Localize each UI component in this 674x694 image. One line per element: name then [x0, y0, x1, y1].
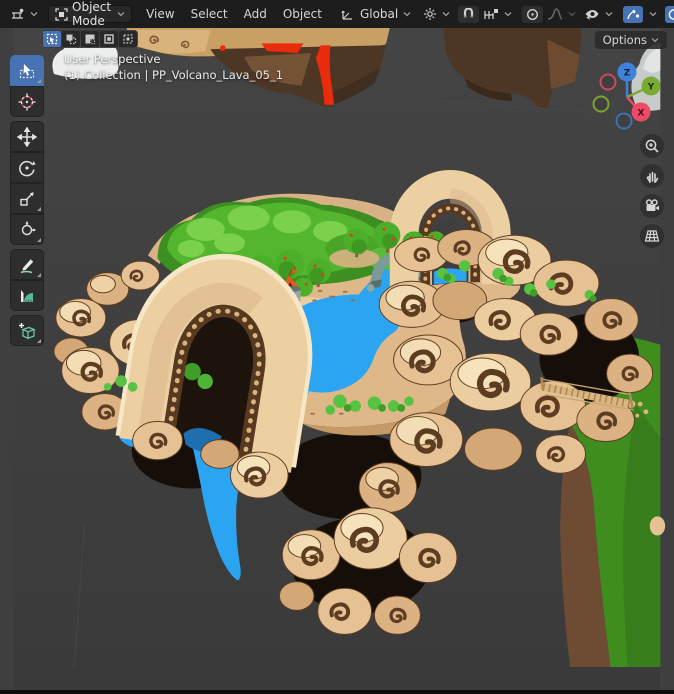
chevron-down-icon — [30, 11, 38, 17]
menu-object[interactable]: Object — [275, 4, 330, 24]
proportional-editing-icon — [526, 8, 539, 21]
3d-viewport[interactable]: Options User Perspective (1) Collection … — [0, 28, 674, 690]
select-mode-group — [42, 30, 138, 48]
chevron-down-icon — [403, 11, 411, 17]
chevron-down-icon — [651, 37, 659, 43]
svg-text:Z: Z — [624, 69, 631, 79]
select-mode-subtract[interactable] — [81, 31, 99, 47]
object-visibility-icon — [584, 8, 600, 21]
svg-text:X: X — [638, 109, 645, 119]
gizmo-axis-z[interactable]: Z — [618, 63, 637, 82]
tool-select-box[interactable] — [10, 55, 44, 86]
options-label: Options — [603, 33, 647, 47]
show-gizmo-icon — [626, 8, 640, 21]
perspective-toggle-button[interactable] — [640, 224, 664, 248]
mode-selector[interactable]: Object Mode — [48, 5, 132, 23]
select-mode-set[interactable] — [43, 31, 61, 47]
viewport-header: Object Mode View Select Add Object Globa… — [0, 0, 674, 28]
blender-window: Object Mode View Select Add Object Globa… — [0, 0, 674, 694]
mode-label: Object Mode — [72, 0, 111, 28]
object-visibility-selector[interactable] — [580, 6, 617, 23]
snap-magnet-icon — [462, 8, 475, 21]
zoom-button[interactable] — [640, 134, 664, 158]
pivot-point-selector[interactable] — [419, 5, 454, 23]
menu-view[interactable]: View — [138, 4, 182, 24]
show-overlays-icon — [668, 8, 674, 21]
tool-transform[interactable] — [10, 214, 44, 245]
options-button[interactable]: Options — [595, 31, 667, 49]
gizmo-axis-y[interactable]: Y — [642, 77, 661, 96]
tool-move[interactable] — [10, 121, 44, 152]
tool-annotate[interactable] — [10, 249, 44, 280]
falloff-selector[interactable] — [543, 6, 580, 23]
gizmo-negative-axes[interactable] — [594, 75, 632, 129]
orientation-axes-icon — [340, 8, 354, 21]
snap-target-icon — [483, 8, 499, 21]
window-bottom-edge — [0, 690, 674, 694]
viewport-nav-buttons — [640, 134, 664, 254]
tool-add-cube[interactable] — [10, 315, 44, 346]
falloff-curve-icon — [547, 8, 563, 21]
snap-toggle[interactable] — [458, 6, 479, 23]
snap-with-selector[interactable] — [479, 6, 516, 23]
show-gizmo-dropdown[interactable] — [643, 9, 661, 19]
menu-select[interactable]: Select — [183, 4, 236, 24]
chevron-down-icon — [442, 11, 450, 17]
tool-rotate[interactable] — [10, 152, 44, 183]
tool-cursor[interactable] — [10, 86, 44, 117]
pivot-point-icon — [423, 7, 437, 21]
chevron-down-icon — [117, 11, 125, 17]
orientation-label: Global — [360, 7, 398, 21]
transform-orientation-selector[interactable]: Global — [338, 5, 413, 23]
select-mode-invert[interactable] — [100, 31, 118, 47]
show-overlays-toggle[interactable] — [665, 6, 674, 23]
object-mode-icon — [55, 8, 68, 21]
navigation-gizmo[interactable]: Z Y X — [588, 56, 674, 132]
viewport-editor-icon — [10, 8, 25, 21]
chevron-down-icon — [504, 11, 512, 17]
pan-button[interactable] — [640, 164, 664, 188]
menu-add[interactable]: Add — [236, 4, 275, 24]
tool-measure[interactable] — [10, 280, 44, 311]
show-gizmo-toggle[interactable] — [623, 6, 643, 23]
svg-text:Y: Y — [647, 83, 655, 93]
proportional-editing-toggle[interactable] — [522, 6, 543, 23]
camera-view-button[interactable] — [640, 194, 664, 218]
tool-scale[interactable] — [10, 183, 44, 214]
select-mode-extend[interactable] — [62, 31, 80, 47]
gizmo-axis-x[interactable]: X — [632, 103, 651, 122]
editor-type-button[interactable] — [6, 6, 42, 23]
toolbar — [10, 55, 44, 346]
chevron-down-icon — [649, 11, 657, 17]
viewport-canvas[interactable] — [0, 28, 674, 690]
chevron-down-icon — [605, 11, 613, 17]
chevron-down-icon — [568, 11, 576, 17]
select-mode-intersect[interactable] — [119, 31, 137, 47]
